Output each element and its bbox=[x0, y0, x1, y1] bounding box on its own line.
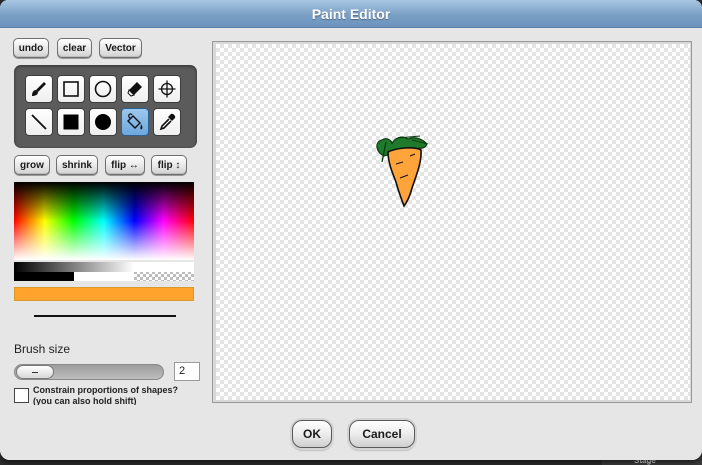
paint-editor-dialog: Paint Editor undo clear Vector grow shri… bbox=[0, 0, 702, 460]
tool-ellipse[interactable] bbox=[89, 75, 117, 103]
tool-filled-ellipse[interactable] bbox=[89, 108, 117, 136]
tool-filled-rectangle[interactable] bbox=[57, 108, 85, 136]
constrain-proportions-label: Constrain proportions of shapes? (you ca… bbox=[33, 385, 203, 407]
transparent-color-swatch[interactable] bbox=[134, 262, 194, 281]
shrink-button[interactable]: shrink bbox=[56, 155, 98, 175]
color-palette[interactable] bbox=[14, 182, 194, 260]
brush-size-label: Brush size bbox=[14, 342, 71, 356]
tool-paint-bucket[interactable] bbox=[121, 108, 149, 136]
ok-button[interactable]: OK bbox=[292, 420, 332, 448]
tool-line[interactable] bbox=[25, 108, 53, 136]
brush-size-input[interactable]: 2 bbox=[174, 362, 200, 381]
carrot-drawing bbox=[376, 135, 429, 208]
brush-size-slider-handle[interactable] bbox=[16, 365, 54, 379]
tool-rotation-center[interactable] bbox=[153, 75, 181, 103]
constrain-proportions-text: Constrain proportions of shapes? bbox=[33, 385, 179, 395]
dialog-title: Paint Editor bbox=[311, 5, 391, 22]
line-icon bbox=[31, 114, 47, 130]
grayscale-palette[interactable] bbox=[14, 262, 134, 281]
vector-button[interactable]: Vector bbox=[99, 38, 142, 58]
paint-bucket-icon bbox=[127, 113, 143, 130]
ellipse-filled-icon bbox=[95, 114, 111, 130]
eraser-icon bbox=[127, 82, 142, 97]
rectangle-filled-icon bbox=[63, 114, 79, 130]
ellipse-outline-icon bbox=[94, 80, 112, 98]
tool-pipette[interactable] bbox=[153, 108, 181, 136]
tool-eraser[interactable] bbox=[121, 75, 149, 103]
tool-brush[interactable] bbox=[25, 75, 53, 103]
grow-button[interactable]: grow bbox=[14, 155, 50, 175]
rectangle-outline-icon bbox=[63, 81, 79, 97]
constrain-proportions-checkbox[interactable] bbox=[14, 388, 29, 403]
cancel-button[interactable]: Cancel bbox=[349, 420, 415, 448]
flip-vertical-button[interactable]: flip ↕ bbox=[151, 155, 187, 175]
tool-rectangle[interactable] bbox=[57, 75, 85, 103]
brush-size-preview bbox=[34, 315, 176, 317]
crosshair-icon bbox=[158, 80, 176, 98]
clear-button[interactable]: clear bbox=[57, 38, 92, 58]
drawing-canvas[interactable] bbox=[216, 44, 690, 400]
flip-horizontal-button[interactable]: flip ↔ bbox=[105, 155, 145, 175]
brush-icon bbox=[32, 82, 46, 96]
undo-button[interactable]: undo bbox=[13, 38, 49, 58]
current-color-swatch bbox=[14, 287, 194, 301]
dialog-titlebar[interactable]: Paint Editor bbox=[0, 0, 702, 28]
pipette-icon bbox=[159, 113, 176, 131]
